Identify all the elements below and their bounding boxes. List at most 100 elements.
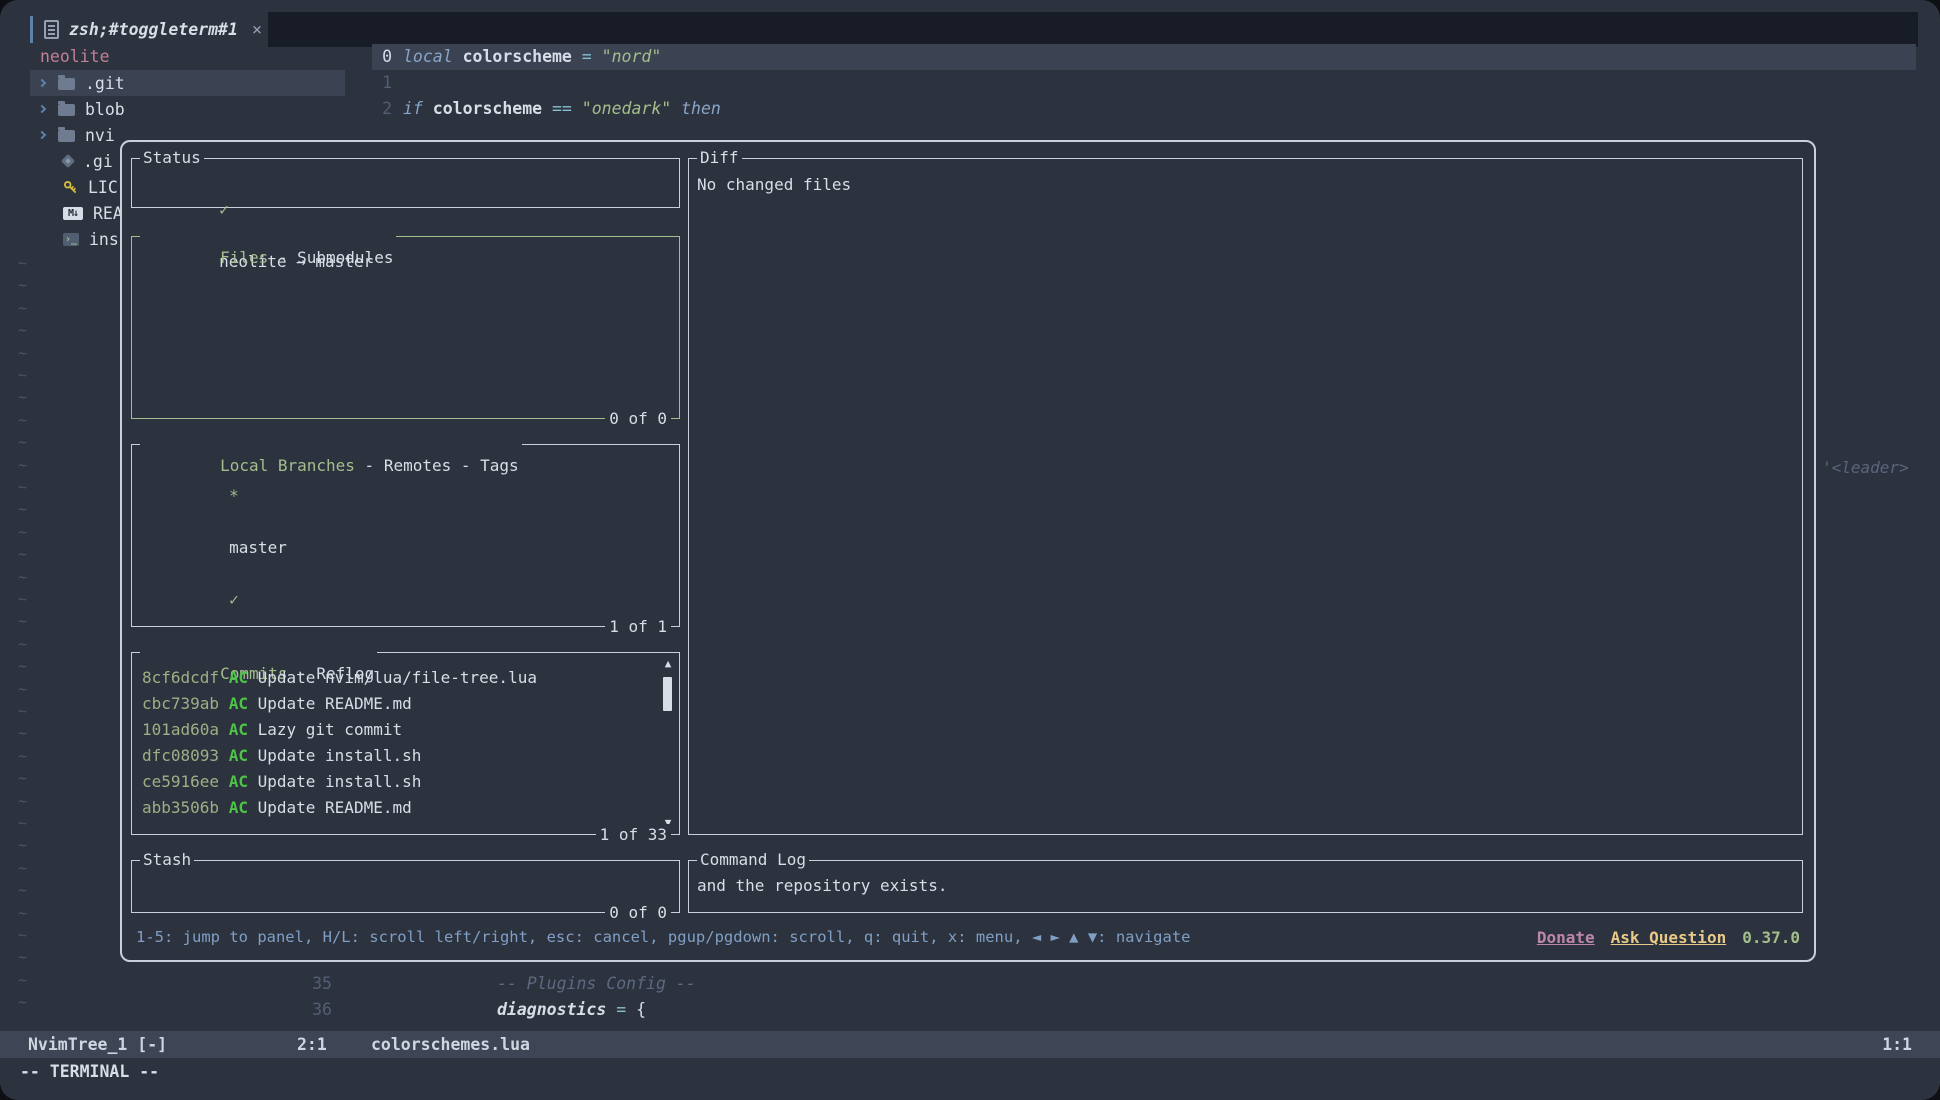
folder-icon [58,128,75,142]
code-line-2[interactable]: if colorscheme == "onedark" then [403,96,721,122]
tree-root-label: neolite [40,44,110,70]
stash-panel[interactable]: Stash 0 of 0 [131,860,680,913]
commit-hash: dfc08093 [142,746,219,765]
tilde: ~ [18,812,27,834]
commits-count: 1 of 33 [596,824,671,846]
commit-message: Update README.md [258,694,412,713]
commit-row[interactable]: dfc08093 AC Update install.sh [142,743,653,769]
scrollbar-thumb[interactable] [663,677,672,711]
tilde: ~ [18,386,27,408]
tilde: ~ [18,297,27,319]
commit-author: AC [229,720,248,739]
tilde: ~ [18,700,27,722]
chevron-right-icon[interactable] [38,105,46,113]
tilde: ~ [18,588,27,610]
markdown-icon: M↓ [63,207,83,220]
commit-row[interactable]: 8cf6dcdf AC Update nvim/lua/file-tree.lu… [142,665,653,691]
code-line-0[interactable]: local colorscheme = "nord" [403,44,661,70]
terminal-icon: ›_ [63,233,79,246]
chevron-right-icon[interactable] [38,79,46,87]
keybindings-bar: 1-5: jump to panel, H/L: scroll left/rig… [136,924,1800,950]
commit-hash: cbc739ab [142,694,219,713]
commit-row[interactable]: 101ad60a AC Lazy git commit [142,717,653,743]
tab-toggleterm[interactable]: zsh;#toggleterm#1 × [44,12,262,47]
commit-message: Update install.sh [258,772,422,791]
tilde: ~ [18,610,27,632]
tilde: ~ [18,834,27,856]
commit-row[interactable]: cbc739ab AC Update README.md [142,691,653,717]
diff-panel-title: Diff [700,148,739,167]
tilde: ~ [18,498,27,520]
branches-panel[interactable]: Local Branches - Remotes - Tags * master… [131,444,680,627]
code-line-35[interactable]: -- Plugins Config -- [497,971,696,997]
files-panel-tabs[interactable]: - Submodules [268,248,393,267]
commit-row[interactable]: abb3506b AC Update README.md [142,795,653,821]
lazygit-float-window: Status ✓ neolite → master Files - Submod… [120,140,1816,962]
tilde: ~ [18,409,27,431]
commit-author: AC [229,746,248,765]
tilde: ~ [18,678,27,700]
tilde: ~ [18,745,27,767]
tilde: ~ [18,431,27,453]
commit-author: AC [229,798,248,817]
close-icon[interactable]: × [252,20,262,40]
status-line: ✓ neolite → master [142,171,655,197]
git-file-icon [63,156,73,166]
commit-hash: 101ad60a [142,720,219,739]
command-log-panel[interactable]: Command Log and the repository exists. [688,860,1803,913]
commit-message: Update nvim/lua/file-tree.lua [258,668,537,687]
active-tab-indicator [30,16,33,43]
tilde: ~ [18,521,27,543]
commit-author: AC [229,694,248,713]
ask-question-link[interactable]: Ask Question [1611,928,1727,947]
tab-title: zsh;#toggleterm#1 [69,20,238,39]
line-number: 35 [296,971,332,997]
diff-panel[interactable]: Diff No changed files [688,158,1803,835]
status-panel[interactable]: Status ✓ neolite → master [131,158,680,208]
tilde: ~ [18,946,27,968]
tilde: ~ [18,991,27,1013]
tabline-background [268,12,1918,47]
files-panel-title[interactable]: Files [220,248,268,267]
check-icon: ✓ [219,200,229,219]
branch-item[interactable]: * master ✓ [152,457,655,483]
branches-count: 1 of 1 [605,616,671,638]
tilde: ~ [18,454,27,476]
commit-author: AC [229,668,248,687]
tree-item-blob[interactable]: blob [30,96,345,122]
chevron-right-icon[interactable] [38,131,46,139]
stash-panel-title: Stash [143,850,191,869]
keybindings-text: 1-5: jump to panel, H/L: scroll left/rig… [136,928,1191,946]
tilde: ~ [18,274,27,296]
mode-indicator: -- TERMINAL -- [20,1058,159,1086]
commit-hash: abb3506b [142,798,219,817]
statusline-position: 2:1 [297,1031,327,1058]
tilde: ~ [18,364,27,386]
tilde: ~ [18,924,27,946]
diff-content: No changed files [697,172,1778,198]
donate-link[interactable]: Donate [1537,928,1595,947]
line-number: 0 [366,44,392,70]
version-label: 0.37.0 [1742,928,1800,947]
commits-panel[interactable]: Commits - Reflog 8cf6dcdf AC Update nvim… [131,652,680,835]
check-icon: ✓ [229,590,239,609]
tilde: ~ [18,476,27,498]
line-number: 1 [366,70,392,96]
tilde: ~ [18,342,27,364]
tilde: ~ [18,722,27,744]
scroll-up-icon[interactable]: ▲ [661,657,675,671]
tilde: ~ [18,857,27,879]
commit-hash: 8cf6dcdf [142,668,219,687]
commit-row[interactable]: ce5916ee AC Update install.sh [142,769,653,795]
commit-message: Lazy git commit [258,720,403,739]
files-panel[interactable]: Files - Submodules 0 of 0 [131,236,680,419]
tree-item-git[interactable]: .git [30,70,345,96]
code-line-36[interactable]: diagnostics = { [497,997,646,1023]
tilde: ~ [18,252,27,274]
folder-icon [58,76,75,90]
tilde: ~ [18,543,27,565]
commits-scrollbar[interactable]: ▲ ▼ [659,655,677,832]
commit-list: 8cf6dcdf AC Update nvim/lua/file-tree.lu… [142,665,653,821]
status-panel-title: Status [143,148,201,167]
folder-icon [58,102,75,116]
